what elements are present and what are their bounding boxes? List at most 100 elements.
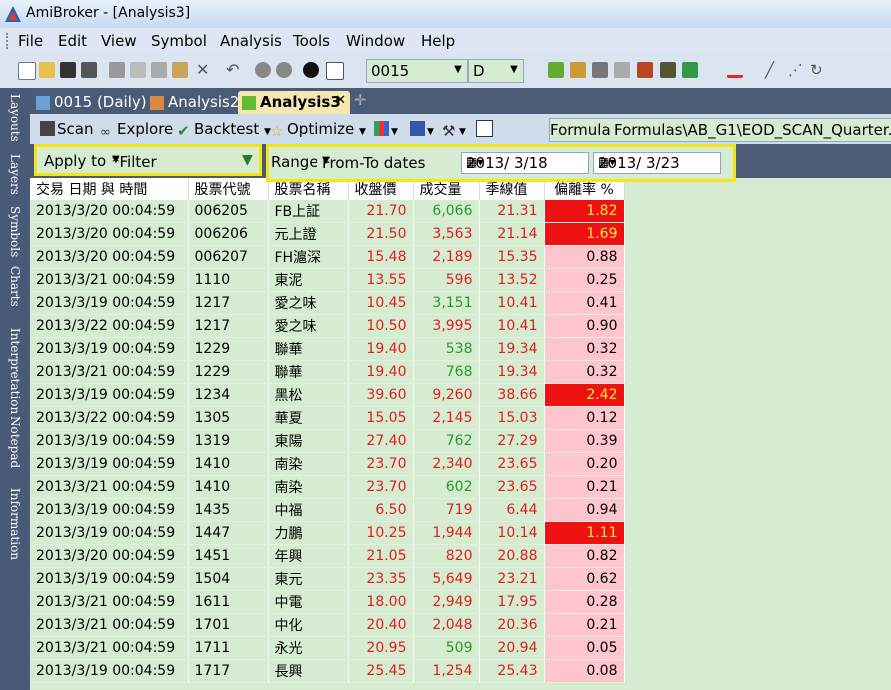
save-icon[interactable]: [60, 62, 76, 78]
symbol-combo[interactable]: 0015 ▼: [366, 59, 468, 83]
table-row[interactable]: 2013/3/22 00:04:59 1217 愛之味 10.50 3,995 10.41…: [30, 314, 625, 338]
side-tab-symbols[interactable]: Symbols: [2, 206, 28, 260]
interval-combo[interactable]: D ▼: [468, 59, 524, 83]
table-row[interactable]: 2013/3/19 00:04:59 1717 長興 25.45 1,254 25.43 0…: [30, 659, 625, 683]
table-row[interactable]: 2013/3/20 00:04:59 006206 元上證 21.50 3,563 21.…: [30, 222, 625, 246]
save-all-icon[interactable]: [81, 62, 97, 78]
table-cell: 0.08: [544, 659, 625, 683]
cut-icon[interactable]: [130, 62, 146, 78]
table-row[interactable]: 2013/3/19 00:04:59 1234 黑松 39.60 9,260 38.66 2…: [30, 383, 625, 407]
menu-symbol[interactable]: Symbol: [151, 32, 207, 50]
calendar-icon[interactable]: ▦▾: [598, 155, 718, 169]
table-row[interactable]: 2013/3/19 00:04:59 1229 聯華 19.40 538 19.34 0.3…: [30, 337, 625, 361]
pen-color-icon[interactable]: [727, 62, 743, 78]
chevron-down-icon[interactable]: ▼: [451, 62, 465, 78]
table-row[interactable]: 2013/3/21 00:04:59 1410 南染 23.70 602 23.65 0.2…: [30, 475, 625, 499]
explore-button[interactable]: ∞ Explore: [100, 120, 173, 140]
open-folder-icon[interactable]: [39, 62, 55, 78]
chevron-down-icon[interactable]: ▼: [459, 127, 466, 137]
table-row[interactable]: 2013/3/19 00:04:59 1447 力鵬 10.25 1,944 10.14 1…: [30, 521, 625, 545]
apply-to-combo[interactable]: *Filter ▼: [107, 151, 237, 173]
tab-analysis2[interactable]: Analysis2: [146, 91, 239, 114]
table-row[interactable]: 2013/3/19 00:04:59 1217 愛之味 10.45 3,151 10.41…: [30, 291, 625, 315]
calendar-icon[interactable]: ▦▾: [466, 155, 586, 169]
new-tab-icon[interactable]: ✛: [354, 91, 374, 114]
chevron-down-icon[interactable]: ▼: [112, 154, 234, 165]
table-row[interactable]: 2013/3/22 00:04:59 1305 華夏 15.05 2,145 15.03 0…: [30, 406, 625, 430]
table-row[interactable]: 2013/3/20 00:04:59 1451 年興 21.05 820 20.88 0.8…: [30, 544, 625, 568]
range-combo[interactable]: From-To dates ▼: [317, 152, 459, 174]
table-row[interactable]: 2013/3/21 00:04:59 1229 聯華 19.40 768 19.34 0.3…: [30, 360, 625, 384]
table-row[interactable]: 2013/3/19 00:04:59 1435 中福 6.50 719 6.44 0.94: [30, 498, 625, 522]
arc-tool-icon[interactable]: ↻: [810, 62, 826, 78]
table-row[interactable]: 2013/3/20 00:04:59 006205 FB上証 21.70 6,066 21…: [30, 200, 625, 223]
menu-edit[interactable]: Edit: [58, 32, 87, 50]
undo-icon[interactable]: ↶: [226, 62, 242, 78]
params-button[interactable]: [476, 120, 495, 139]
info-icon[interactable]: [303, 62, 319, 78]
side-tab-charts[interactable]: Charts: [2, 266, 28, 308]
settings-button[interactable]: ⚒ ▼: [442, 120, 466, 140]
table-row[interactable]: 2013/3/21 00:04:59 1701 中化 20.40 2,048 20.36 0…: [30, 613, 625, 637]
to-date-picker[interactable]: 2013/ 3/23 ▦▾: [593, 152, 721, 174]
from-date-picker[interactable]: 2013/ 3/18 ▦▾: [461, 152, 589, 174]
side-tab-information[interactable]: Information: [2, 488, 28, 564]
table-row[interactable]: 2013/3/21 00:04:59 1611 中電 18.00 2,949 17.95 0…: [30, 590, 625, 614]
delete-icon[interactable]: ✕: [196, 62, 212, 78]
column-header[interactable]: 股票代號: [188, 178, 269, 200]
menu-view[interactable]: View: [101, 32, 137, 50]
chevron-down-icon[interactable]: ▼: [359, 127, 366, 137]
side-tab-layouts[interactable]: Layouts: [2, 94, 28, 148]
tool-6-icon[interactable]: [660, 62, 676, 78]
back-icon[interactable]: [255, 62, 271, 78]
paste-icon[interactable]: [172, 62, 188, 78]
table-row[interactable]: 2013/3/21 00:04:59 1110 東泥 13.55 596 13.52 0.2…: [30, 268, 625, 292]
table-cell: 13.52: [479, 268, 545, 292]
report-button[interactable]: ▼: [374, 120, 398, 138]
line-tool-icon[interactable]: ╱: [765, 62, 781, 78]
side-tab-layers[interactable]: Layers: [2, 154, 28, 200]
forward-icon[interactable]: [276, 62, 292, 78]
optimize-button[interactable]: ☆ Optimize ▼: [270, 120, 366, 140]
chevron-down-icon[interactable]: ▼: [507, 62, 521, 78]
view-button[interactable]: ▼: [410, 120, 434, 138]
close-icon[interactable]: ✕: [335, 93, 346, 108]
table-row[interactable]: 2013/3/21 00:04:59 1711 永光 20.95 509 20.94 0.0…: [30, 636, 625, 660]
menu-help[interactable]: Help: [421, 32, 455, 50]
side-tab-interpretation[interactable]: Interpretation: [2, 328, 28, 414]
tool-1-icon[interactable]: [548, 62, 564, 78]
dotted-line-icon[interactable]: ⋰: [788, 62, 804, 78]
menu-file[interactable]: File: [18, 32, 43, 50]
binoculars-icon[interactable]: [592, 62, 608, 78]
table-row[interactable]: 2013/3/19 00:04:59 1319 東陽 27.40 762 27.29 0.3…: [30, 429, 625, 453]
scan-button[interactable]: Scan: [40, 120, 93, 138]
tab-analysis3[interactable]: Analysis3 ✕: [238, 91, 350, 114]
menu-window[interactable]: Window: [346, 32, 405, 50]
table-row[interactable]: 2013/3/19 00:04:59 1504 東元 23.35 5,649 23.21 0…: [30, 567, 625, 591]
menu-grip[interactable]: [6, 33, 11, 49]
filter-icon[interactable]: ▼: [242, 152, 253, 168]
results-grid[interactable]: 交易 日期 與 時間 股票代號 股票名稱 收盤價 成交量 季線值 偏離率 % 2013/3/…: [30, 178, 891, 690]
tab-0015-daily[interactable]: 0015 (Daily): [32, 91, 147, 114]
menu-analysis[interactable]: Analysis: [220, 32, 282, 50]
menu-tools[interactable]: Tools: [293, 32, 330, 50]
new-file-icon[interactable]: [18, 62, 36, 80]
table-row[interactable]: 2013/3/20 00:04:59 006207 FH滬深 15.48 2,189 15…: [30, 245, 625, 269]
copy-icon[interactable]: [151, 62, 167, 78]
tool-7-icon[interactable]: [682, 62, 698, 78]
analysis-icon: [242, 96, 256, 110]
backtest-button[interactable]: ✔ Backtest ▼: [177, 120, 271, 140]
formula-field[interactable]: Formula Formulas\AB_G1\EOD_SCAN_Quarter.…: [549, 118, 891, 142]
chevron-down-icon[interactable]: ▼: [427, 127, 434, 137]
side-tab-notepad[interactable]: Notepad: [2, 416, 28, 470]
quote-editor-icon[interactable]: [326, 62, 344, 80]
table-cell: 1229: [188, 337, 269, 361]
column-header[interactable]: 交易 日期 與 時間: [30, 178, 189, 200]
tool-4-icon[interactable]: [614, 62, 630, 78]
chevron-down-icon[interactable]: ▼: [322, 155, 456, 166]
table-row[interactable]: 2013/3/19 00:04:59 1410 南染 23.70 2,340 23.65 0…: [30, 452, 625, 476]
tool-5-icon[interactable]: [637, 62, 653, 78]
print-icon[interactable]: [109, 62, 125, 78]
chevron-down-icon[interactable]: ▼: [391, 127, 398, 137]
tool-2-icon[interactable]: [570, 62, 586, 78]
